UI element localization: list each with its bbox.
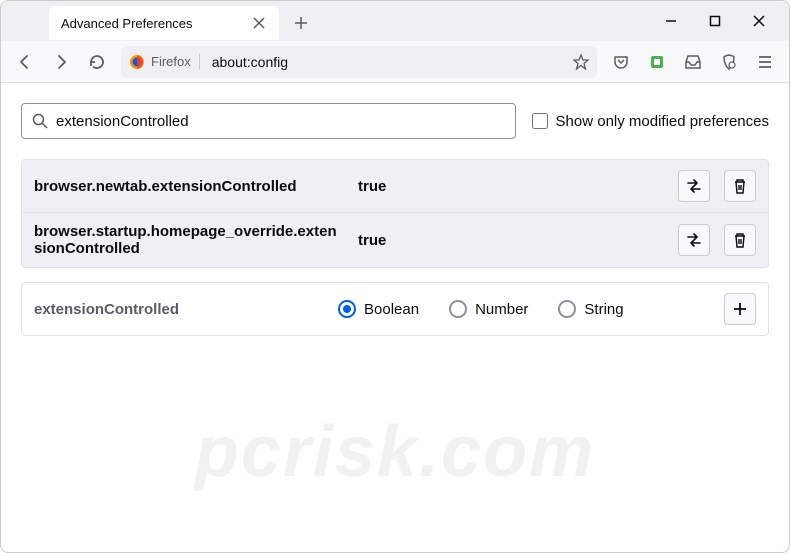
add-preference-box: extensionControlled Boolean Number Strin… bbox=[21, 282, 769, 336]
show-modified-checkbox-input[interactable] bbox=[532, 113, 548, 129]
radio-icon bbox=[338, 300, 356, 318]
window-controls bbox=[649, 1, 781, 41]
preference-name: browser.newtab.extensionControlled bbox=[34, 178, 344, 195]
type-options: Boolean Number String bbox=[338, 300, 710, 318]
pocket-icon[interactable] bbox=[605, 46, 637, 78]
type-label: Number bbox=[475, 301, 528, 318]
inbox-icon[interactable] bbox=[677, 46, 709, 78]
search-icon bbox=[32, 113, 48, 129]
radio-icon bbox=[558, 300, 576, 318]
show-modified-label: Show only modified preferences bbox=[556, 113, 769, 130]
add-button[interactable] bbox=[724, 293, 756, 325]
url-input[interactable] bbox=[206, 54, 567, 70]
type-option-string[interactable]: String bbox=[558, 300, 623, 318]
extension-icon[interactable] bbox=[641, 46, 673, 78]
preference-row: browser.newtab.extensionControlled true bbox=[22, 160, 768, 213]
toggle-button[interactable] bbox=[678, 224, 710, 256]
maximize-button[interactable] bbox=[693, 5, 737, 37]
content-area: Show only modified preferences browser.n… bbox=[1, 83, 789, 356]
search-row: Show only modified preferences bbox=[21, 103, 769, 139]
type-option-boolean[interactable]: Boolean bbox=[338, 300, 419, 318]
close-tab-icon[interactable] bbox=[251, 15, 267, 31]
preference-name: browser.startup.homepage_override.extens… bbox=[34, 223, 344, 257]
forward-button[interactable] bbox=[45, 46, 77, 78]
browser-window: Advanced Preferences Firefox bbox=[0, 0, 790, 553]
identity-box[interactable]: Firefox bbox=[129, 54, 200, 70]
type-label: Boolean bbox=[364, 301, 419, 318]
back-button[interactable] bbox=[9, 46, 41, 78]
type-label: String bbox=[584, 301, 623, 318]
preferences-list: browser.newtab.extensionControlled true … bbox=[21, 159, 769, 268]
delete-button[interactable] bbox=[724, 170, 756, 202]
tab-bar: Advanced Preferences bbox=[1, 1, 789, 41]
preference-row: browser.startup.homepage_override.extens… bbox=[22, 213, 768, 267]
watermark: pcrisk.com bbox=[195, 411, 595, 493]
close-window-button[interactable] bbox=[737, 5, 781, 37]
add-preference-row: extensionControlled Boolean Number Strin… bbox=[22, 283, 768, 335]
preference-search-input[interactable] bbox=[56, 113, 505, 130]
browser-tab[interactable]: Advanced Preferences bbox=[49, 6, 279, 40]
new-tab-button[interactable] bbox=[287, 9, 315, 37]
add-preference-name: extensionControlled bbox=[34, 301, 324, 318]
url-bar[interactable]: Firefox bbox=[121, 46, 597, 78]
toggle-button[interactable] bbox=[678, 170, 710, 202]
toolbar: Firefox bbox=[1, 41, 789, 83]
bookmark-star-icon[interactable] bbox=[573, 54, 589, 70]
preference-search-box[interactable] bbox=[21, 103, 516, 139]
show-modified-checkbox[interactable]: Show only modified preferences bbox=[532, 113, 769, 130]
type-option-number[interactable]: Number bbox=[449, 300, 528, 318]
menu-button[interactable] bbox=[749, 46, 781, 78]
radio-icon bbox=[449, 300, 467, 318]
delete-button[interactable] bbox=[724, 224, 756, 256]
tab-title: Advanced Preferences bbox=[61, 16, 243, 31]
reload-button[interactable] bbox=[81, 46, 113, 78]
shield-icon[interactable] bbox=[713, 46, 745, 78]
preference-value: true bbox=[358, 178, 664, 195]
identity-label: Firefox bbox=[151, 54, 191, 69]
firefox-icon bbox=[129, 54, 145, 70]
preference-value: true bbox=[358, 232, 664, 249]
minimize-button[interactable] bbox=[649, 5, 693, 37]
